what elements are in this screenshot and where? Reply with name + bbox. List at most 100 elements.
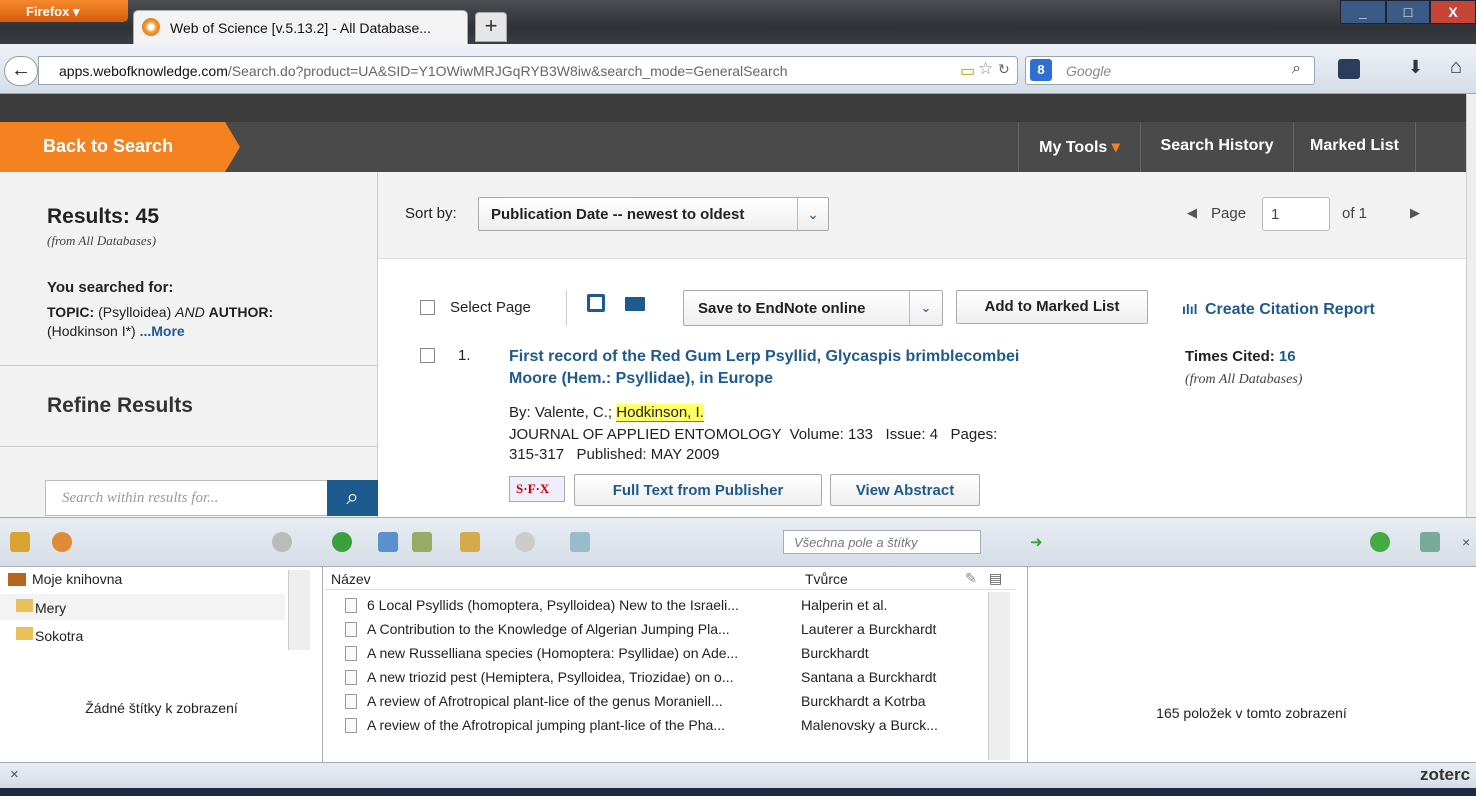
create-citation-report-link[interactable]: Create Citation Report: [1205, 301, 1375, 319]
more-link[interactable]: ...More: [140, 323, 185, 339]
close-icon[interactable]: ×: [10, 766, 19, 783]
page-scrollbar[interactable]: [1466, 94, 1476, 517]
document-icon: [345, 694, 357, 709]
paperclip-icon[interactable]: [515, 532, 535, 552]
highlighted-author[interactable]: Hodkinson, I.: [616, 404, 704, 422]
item-title: A new triozid pest (Hemiptera, Psylloide…: [367, 669, 734, 685]
add-attachment-icon[interactable]: [378, 532, 398, 552]
collection-mery[interactable]: Mery: [0, 594, 285, 620]
sort-value: Publication Date -- newest to oldest: [491, 206, 745, 223]
list-item[interactable]: A review of Afrotropical plant-lice of t…: [325, 689, 987, 713]
sfx-label: S·F·X: [516, 481, 550, 496]
close-icon[interactable]: ×: [1462, 534, 1470, 550]
sfx-button[interactable]: S·F·X: [509, 476, 565, 502]
new-tab-button[interactable]: +: [475, 12, 507, 42]
zotero-search-input[interactable]: Všechna pole a štítky: [783, 530, 981, 554]
sync-icon[interactable]: [1370, 532, 1390, 552]
home-icon[interactable]: ⌂: [1450, 56, 1462, 79]
list-item[interactable]: 6 Local Psyllids (homoptera, Psylloidea)…: [325, 593, 987, 617]
view-abstract-button[interactable]: View Abstract: [830, 474, 980, 506]
download-arrow-icon[interactable]: ⬇: [1408, 57, 1423, 78]
items-scrollbar[interactable]: [988, 592, 1010, 760]
caret-down-icon: ▾: [1111, 139, 1120, 156]
select-page-checkbox[interactable]: [420, 300, 435, 315]
tab-web-of-science[interactable]: Web of Science [v.5.13.2] - All Database…: [133, 10, 468, 44]
attachment-column-icon[interactable]: ✎: [965, 570, 977, 587]
chevron-down-icon[interactable]: ⌄: [909, 291, 942, 325]
record-title-link[interactable]: First record of the Red Gum Lerp Psyllid…: [509, 346, 1019, 390]
list-item[interactable]: A Contribution to the Knowledge of Alger…: [325, 617, 987, 641]
record-journal: JOURNAL OF APPLIED ENTOMOLOGY Volume: 13…: [509, 425, 997, 465]
full-text-button[interactable]: Full Text from Publisher: [574, 474, 822, 506]
record-checkbox[interactable]: [420, 348, 435, 363]
column-creator[interactable]: Tvůrce: [805, 571, 848, 587]
note-icon[interactable]: [460, 532, 480, 552]
divider: [0, 365, 378, 366]
and-operator: AND: [175, 304, 205, 320]
tab-title: Web of Science [v.5.13.2] - All Database…: [170, 20, 431, 36]
tab-favicon-icon: [142, 18, 160, 36]
bar-chart-icon: ılıl: [1182, 301, 1198, 317]
collection-sokotra[interactable]: Sokotra: [0, 622, 285, 648]
list-item[interactable]: A new Russelliana species (Homoptera: Ps…: [325, 641, 987, 665]
collection-label: Sokotra: [35, 628, 84, 644]
close-window-button[interactable]: X: [1430, 0, 1476, 24]
column-picker-icon[interactable]: ▤: [989, 570, 1002, 587]
fullscreen-icon[interactable]: [1420, 532, 1440, 552]
url-bar[interactable]: apps.webofknowledge.com/Search.do?produc…: [38, 56, 1018, 85]
refine-results-heading: Refine Results: [47, 394, 193, 417]
chevron-down-icon[interactable]: ⌄: [797, 198, 828, 230]
author-label: AUTHOR:: [208, 304, 274, 320]
pen-icon[interactable]: [412, 532, 432, 552]
sort-select[interactable]: Publication Date -- newest to oldest: [478, 197, 829, 231]
firefox-menu-button[interactable]: Firefox ▾: [0, 0, 128, 22]
group-icon[interactable]: [52, 532, 72, 552]
bookmarks-icon[interactable]: [1338, 59, 1360, 79]
locate-arrow-icon[interactable]: ➜: [1030, 533, 1043, 551]
library-item[interactable]: Moje knihovna: [8, 571, 122, 587]
email-icon[interactable]: [625, 297, 645, 311]
list-item[interactable]: A new triozid pest (Hemiptera, Psylloide…: [325, 665, 987, 689]
next-page-icon[interactable]: ▶: [1410, 205, 1420, 221]
marked-list-link[interactable]: Marked List: [1293, 122, 1415, 172]
item-creator: Santana a Burckhardt: [801, 669, 937, 685]
print-icon[interactable]: [587, 294, 605, 312]
zotero-logo: zoterc: [1420, 765, 1471, 784]
column-title[interactable]: Název: [331, 571, 371, 587]
folder-icon: [16, 599, 33, 612]
maximize-button[interactable]: □: [1386, 0, 1430, 24]
star-icon[interactable]: ☆: [978, 59, 993, 79]
google-plus-icon[interactable]: 8: [1030, 59, 1052, 81]
collection-label: Mery: [35, 600, 67, 616]
bookmark-folder-icon[interactable]: ▭: [960, 61, 975, 81]
add-to-marked-list-button[interactable]: Add to Marked List: [956, 290, 1148, 324]
minimize-button[interactable]: _: [1340, 0, 1386, 24]
magnifier-icon[interactable]: [570, 532, 590, 552]
times-cited-value[interactable]: 16: [1279, 348, 1296, 365]
back-arrow-icon[interactable]: ←: [4, 56, 38, 86]
prev-page-icon[interactable]: ◀: [1187, 205, 1197, 221]
collections-scrollbar[interactable]: [288, 570, 310, 650]
back-to-search-button[interactable]: Back to Search: [0, 122, 240, 172]
my-tools-label: My Tools: [1039, 139, 1108, 156]
record-number: 1.: [458, 347, 471, 364]
list-item[interactable]: A review of the Afrotropical jumping pla…: [325, 713, 987, 737]
add-item-icon[interactable]: [332, 532, 352, 552]
search-within-input[interactable]: Search within results for...: [45, 480, 328, 516]
record-title-line2: Moore (Hem.: Psyllidae), in Europe: [509, 370, 774, 387]
item-creator: Burckhardt a Kotrba: [801, 693, 926, 709]
gear-icon[interactable]: [272, 532, 292, 552]
magnifier-icon[interactable]: ⌕: [1292, 60, 1301, 78]
journal-line2: 315-317 Published: MAY 2009: [509, 446, 720, 463]
page-number-input[interactable]: 1: [1262, 197, 1330, 231]
search-icon: ⌕: [346, 484, 359, 509]
new-collection-icon[interactable]: [10, 532, 30, 552]
search-history-link[interactable]: Search History: [1140, 122, 1293, 172]
search-engine-box[interactable]: Google: [1025, 56, 1315, 85]
my-tools-menu[interactable]: My Tools ▾: [1018, 122, 1140, 172]
save-endnote-button[interactable]: Save to EndNote online: [683, 290, 943, 326]
search-within-button[interactable]: ⌕: [327, 480, 378, 516]
items-list: 6 Local Psyllids (homoptera, Psylloidea)…: [325, 593, 987, 761]
reload-icon[interactable]: ↻: [998, 61, 1010, 78]
item-title: A review of Afrotropical plant-lice of t…: [367, 693, 723, 709]
